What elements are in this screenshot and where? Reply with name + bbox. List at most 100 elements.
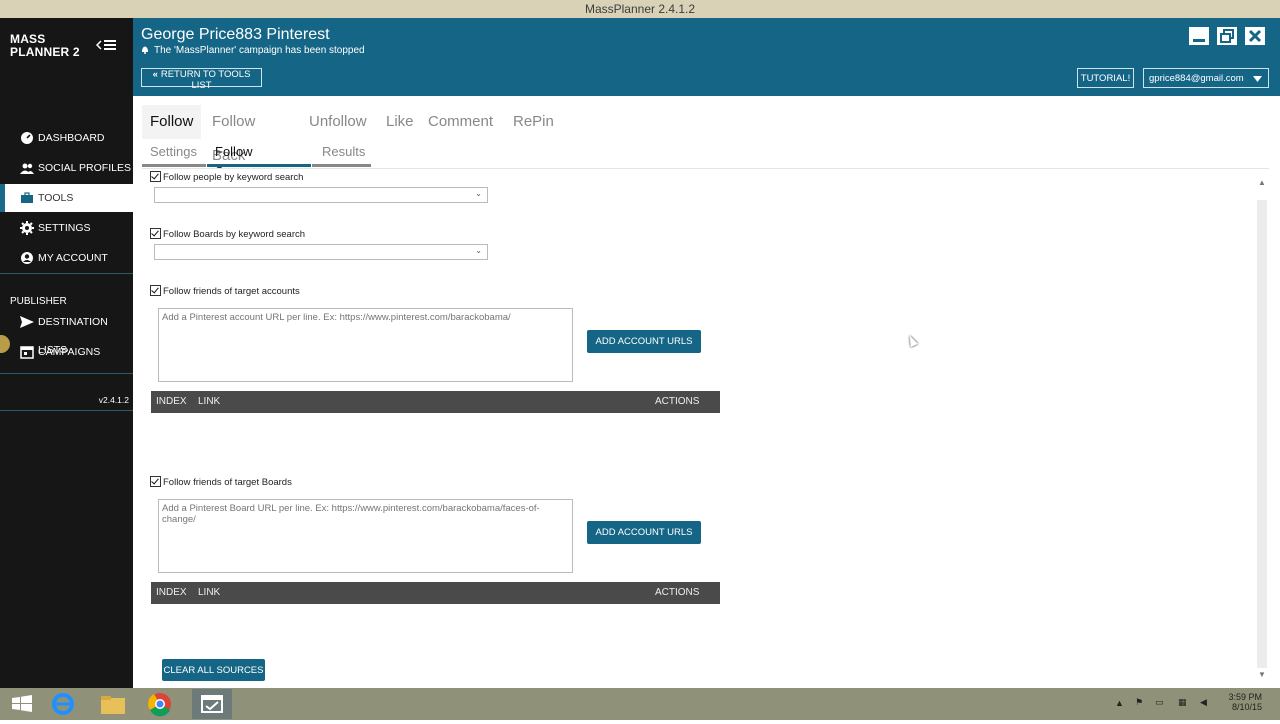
- sidebar-item-dashboard[interactable]: DASHBOARD: [0, 124, 133, 152]
- checkbox-checked: [150, 228, 161, 239]
- taskbar-explorer[interactable]: [95, 690, 131, 718]
- publisher-heading: PUBLISHER: [10, 296, 67, 307]
- people-keyword-select[interactable]: ⌄: [154, 187, 488, 203]
- taskbar-massplanner[interactable]: [192, 689, 232, 719]
- chevron-down-icon: ⌄: [475, 246, 482, 255]
- tutorial-button[interactable]: TUTORIAL!: [1077, 68, 1134, 88]
- restore-button[interactable]: [1217, 27, 1237, 45]
- sidebar-item-tools[interactable]: TOOLS: [0, 184, 133, 212]
- tab-comment[interactable]: Comment: [428, 105, 493, 139]
- campaign-status: The 'MassPlanner' campaign has been stop…: [141, 45, 365, 56]
- bell-icon: [142, 46, 148, 54]
- account-urls-input[interactable]: [158, 308, 573, 382]
- add-board-urls-button[interactable]: ADD ACCOUNT URLS: [587, 521, 701, 544]
- account-urls-table-header: INDEX LINK ACTIONS: [151, 391, 720, 413]
- follow-friends-boards-checkbox[interactable]: Follow friends of target Boards: [150, 476, 292, 488]
- checkbox-label: Follow friends of target accounts: [163, 286, 300, 297]
- tab-follow[interactable]: Follow: [142, 105, 202, 139]
- scroll-down-icon[interactable]: ▼: [1258, 670, 1266, 679]
- column-header-index: INDEX: [156, 396, 187, 407]
- sidebar-item-label: SOCIAL PROFILES: [38, 162, 131, 174]
- scroll-up-icon[interactable]: ▲: [1258, 178, 1266, 187]
- close-icon: [1248, 29, 1262, 43]
- sidebar-item-destination-lists[interactable]: DESTINATION LISTS: [0, 308, 133, 356]
- subtab-underline-active: [207, 164, 311, 167]
- tab-repin[interactable]: RePin: [513, 105, 554, 139]
- start-button[interactable]: [4, 690, 40, 718]
- menu-toggle-icon[interactable]: [96, 38, 116, 52]
- column-header-link: LINK: [198, 396, 221, 407]
- tab-like[interactable]: Like: [386, 105, 414, 139]
- sidebar-divider: [0, 373, 133, 374]
- account-dropdown[interactable]: gprice884@gmail.com: [1143, 68, 1269, 88]
- tray-overflow-icon[interactable]: ▲: [1115, 698, 1124, 708]
- tray-keyboard-icon[interactable]: ▭: [1155, 697, 1164, 708]
- restore-icon: [1220, 29, 1234, 43]
- sidebar-item-social-profiles[interactable]: SOCIAL PROFILES: [0, 154, 133, 182]
- close-button[interactable]: [1245, 27, 1265, 45]
- tray-flag-icon[interactable]: ⚑: [1135, 697, 1143, 708]
- version-label: v2.4.1.2: [98, 395, 129, 405]
- sidebar-item-label: TOOLS: [38, 192, 74, 204]
- checkbox-checked: [150, 171, 161, 182]
- follow-boards-keyword-checkbox[interactable]: Follow Boards by keyword search: [150, 228, 305, 240]
- return-to-tools-button[interactable]: «RETURN TO TOOLS LIST: [141, 68, 262, 91]
- follow-friends-accounts-checkbox[interactable]: Follow friends of target accounts: [150, 285, 300, 297]
- column-header-link: LINK: [198, 587, 221, 598]
- subtab-underline: [142, 164, 206, 167]
- clock-time: 3:59 PM: [1228, 692, 1262, 702]
- subtab-results[interactable]: Results: [322, 142, 365, 162]
- minimize-button[interactable]: [1189, 27, 1209, 45]
- internet-explorer-icon: [52, 693, 74, 715]
- campaign-status-text: The 'MassPlanner' campaign has been stop…: [154, 45, 365, 56]
- folder-icon: [101, 696, 125, 714]
- column-header-index: INDEX: [156, 587, 187, 598]
- send-icon: [20, 316, 34, 328]
- account-email: gprice884@gmail.com: [1149, 72, 1244, 84]
- calendar-icon: [20, 346, 34, 359]
- chevron-down-icon: ⌄: [475, 189, 482, 198]
- follow-sources-panel: Follow people by keyword search ⌄ Follow…: [142, 168, 1269, 683]
- windows-logo-icon: [12, 695, 32, 712]
- taskbar-ie[interactable]: [45, 690, 81, 718]
- add-account-urls-button[interactable]: ADD ACCOUNT URLS: [587, 330, 701, 353]
- column-header-actions: ACTIONS: [655, 587, 700, 598]
- tray-clock[interactable]: 3:59 PM 8/10/15: [1226, 692, 1262, 712]
- scrollbar-thumb[interactable]: [1257, 200, 1267, 668]
- subtab-settings[interactable]: Settings: [150, 142, 197, 162]
- app-brand: MASS PLANNER 2: [10, 33, 80, 59]
- taskbar-chrome[interactable]: [142, 690, 178, 718]
- sidebar-divider: [0, 273, 133, 274]
- tray-volume-icon[interactable]: ◀: [1200, 697, 1207, 708]
- checkbox-checked: [150, 285, 161, 296]
- sidebar-item-label: DASHBOARD: [38, 132, 105, 144]
- sidebar: MASS PLANNER 2 DASHBOARD SOCIAL PROFILES…: [0, 18, 133, 688]
- gear-icon: [20, 221, 34, 235]
- briefcase-icon: [21, 192, 33, 203]
- massplanner-app-icon: [201, 695, 223, 713]
- window-titlebar: MassPlanner 2.4.1.2: [0, 0, 1280, 18]
- board-urls-table-header: INDEX LINK ACTIONS: [151, 582, 720, 604]
- sidebar-item-campaigns[interactable]: CAMPAIGNS: [0, 338, 133, 366]
- vertical-scrollbar[interactable]: ▲ ▼: [1255, 178, 1269, 680]
- tutorial-label: TUTORIAL!: [1080, 72, 1131, 84]
- tab-unfollow[interactable]: Unfollow: [309, 105, 367, 139]
- follow-people-keyword-checkbox[interactable]: Follow people by keyword search: [150, 171, 303, 183]
- taskbar: ▲ ⚑ ▭ ▦ ◀ 3:59 PM 8/10/15: [0, 688, 1280, 720]
- sidebar-item-label: CAMPAIGNS: [38, 346, 101, 358]
- chrome-icon: [148, 693, 171, 717]
- window-title: MassPlanner 2.4.1.2: [584, 2, 696, 16]
- subtab-underline: [312, 164, 371, 167]
- sidebar-item-label: SETTINGS: [38, 222, 91, 234]
- tray-network-icon[interactable]: ▦: [1178, 697, 1187, 708]
- clock-date: 8/10/15: [1231, 702, 1262, 712]
- sidebar-item-my-account[interactable]: MY ACCOUNT: [0, 244, 133, 272]
- boards-keyword-select[interactable]: ⌄: [154, 244, 488, 260]
- users-icon: [20, 163, 34, 174]
- account-icon: [21, 252, 33, 264]
- board-urls-input[interactable]: [158, 499, 573, 573]
- checkbox-label: Follow people by keyword search: [163, 172, 304, 183]
- sidebar-item-label: MY ACCOUNT: [38, 252, 108, 264]
- sidebar-item-settings[interactable]: SETTINGS: [0, 214, 133, 242]
- clear-all-sources-button[interactable]: CLEAR ALL SOURCES: [162, 659, 265, 681]
